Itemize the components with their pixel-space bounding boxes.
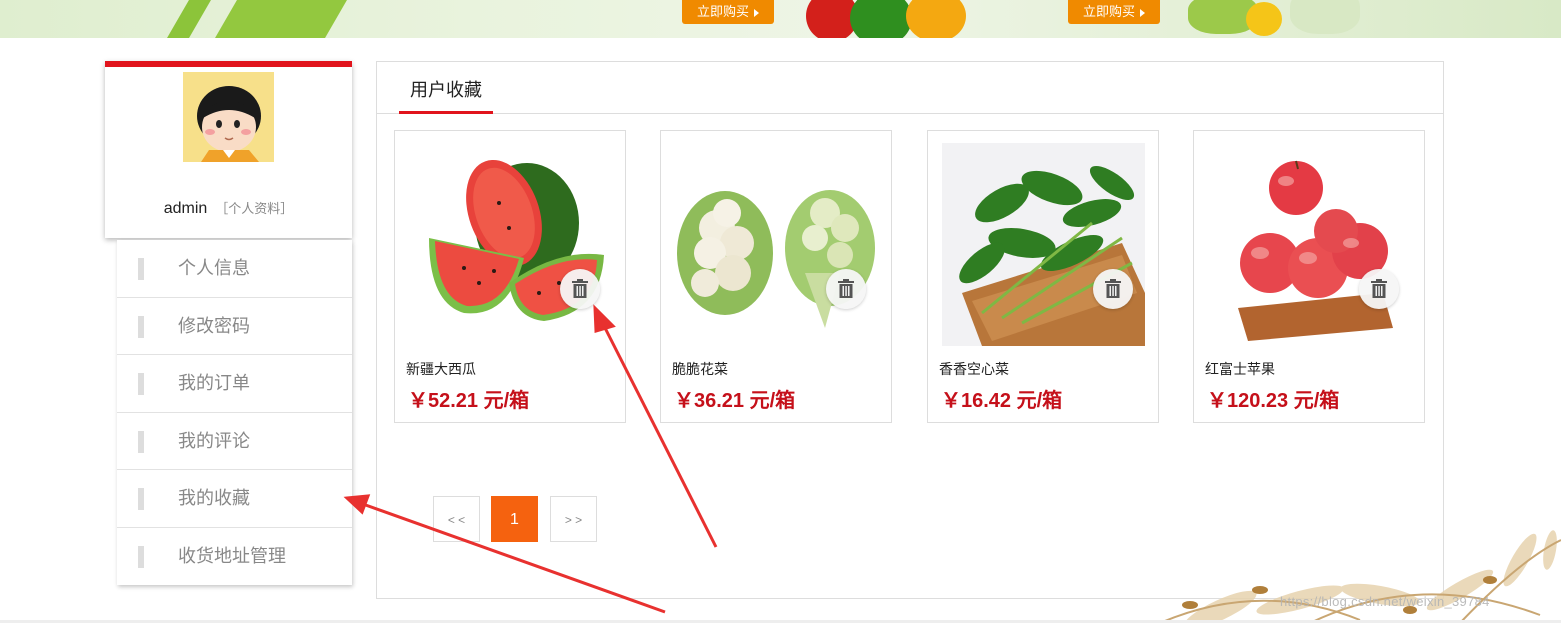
buy-now-button[interactable]: 立即购买 bbox=[682, 0, 774, 24]
product-name[interactable]: 香香空心菜 bbox=[939, 359, 1009, 379]
sidebar-menu: 个人信息 修改密码 我的订单 我的评论 我的收藏 收货地址管理 bbox=[117, 240, 352, 585]
watermark-text: https://blog.csdn.net/weixin_39784 bbox=[1280, 594, 1490, 609]
arrow-right-icon bbox=[754, 8, 759, 17]
sidebar-item-personal-info[interactable]: 个人信息 bbox=[117, 240, 352, 298]
favorite-card[interactable]: 新疆大西瓜 ￥52.21 元/箱 bbox=[394, 130, 626, 423]
trash-icon bbox=[1371, 279, 1387, 298]
pagination-page-button[interactable]: 1 bbox=[491, 496, 538, 542]
username-row: admin ［个人资料］ bbox=[105, 198, 352, 218]
sidebar-item-my-favorites[interactable]: 我的收藏 bbox=[117, 470, 352, 528]
delete-favorite-button[interactable] bbox=[1093, 269, 1133, 309]
product-price: ￥16.42 元/箱 bbox=[941, 390, 1063, 412]
menu-bullet bbox=[138, 315, 144, 338]
buy-now-label: 立即购买 bbox=[1082, 4, 1135, 19]
top-banner: 立即购买 立即购买 bbox=[0, 0, 1561, 38]
product-image[interactable] bbox=[1208, 143, 1411, 346]
delete-favorite-button[interactable] bbox=[826, 269, 866, 309]
product-name[interactable]: 红富士苹果 bbox=[1205, 359, 1275, 379]
sidebar-item-label: 我的评论 bbox=[178, 430, 250, 451]
sidebar-item-my-orders[interactable]: 我的订单 bbox=[117, 355, 352, 413]
menu-bullet bbox=[138, 430, 144, 453]
avatar[interactable] bbox=[183, 72, 274, 162]
green-pepper-image bbox=[850, 0, 912, 38]
favorite-card[interactable]: 香香空心菜 ￥16.42 元/箱 bbox=[927, 130, 1159, 423]
buy-now-button[interactable]: 立即购买 bbox=[1068, 0, 1160, 24]
sidebar-item-label: 修改密码 bbox=[178, 315, 250, 336]
panel-header: 用户收藏 bbox=[377, 62, 1443, 114]
sidebar-item-label: 我的收藏 bbox=[178, 488, 250, 508]
product-name[interactable]: 新疆大西瓜 bbox=[406, 359, 476, 379]
cabbage-image bbox=[1290, 0, 1360, 34]
trash-icon bbox=[1105, 279, 1121, 298]
sidebar-item-label: 收货地址管理 bbox=[178, 545, 286, 566]
product-image[interactable] bbox=[409, 143, 612, 346]
pagination-next-button[interactable]: > > bbox=[550, 496, 597, 542]
trash-icon bbox=[838, 279, 854, 298]
favorite-card[interactable]: 脆脆花菜 ￥36.21 元/箱 bbox=[660, 130, 892, 423]
sidebar-item-address-management[interactable]: 收货地址管理 bbox=[117, 528, 352, 586]
yellow-pepper-image bbox=[906, 0, 966, 38]
profile-link[interactable]: ［个人资料］ bbox=[215, 201, 293, 216]
product-image[interactable] bbox=[942, 143, 1145, 346]
banner-stripe bbox=[215, 0, 347, 38]
sidebar-item-label: 个人信息 bbox=[178, 258, 250, 278]
product-price: ￥52.21 元/箱 bbox=[408, 390, 530, 412]
sidebar-item-label: 我的订单 bbox=[178, 373, 250, 393]
banner-stripe bbox=[167, 0, 211, 38]
sidebar-item-my-reviews[interactable]: 我的评论 bbox=[117, 413, 352, 470]
buy-now-label: 立即购买 bbox=[696, 4, 749, 19]
favorites-panel: 用户收藏 新疆大西瓜 ￥52.21 元/箱 脆脆花菜 ￥36.21 元/箱 香香… bbox=[376, 61, 1444, 599]
menu-bullet bbox=[138, 373, 144, 395]
product-price: ￥120.23 元/箱 bbox=[1207, 390, 1340, 412]
flower-image bbox=[1246, 2, 1282, 36]
pagination-prev-button[interactable]: < < bbox=[433, 496, 480, 542]
menu-bullet bbox=[138, 258, 144, 280]
favorite-card[interactable]: 红富士苹果 ￥120.23 元/箱 bbox=[1193, 130, 1425, 423]
username: admin bbox=[163, 200, 208, 217]
menu-bullet bbox=[138, 488, 144, 510]
profile-card: admin ［个人资料］ bbox=[105, 61, 352, 238]
tab-user-favorites[interactable]: 用户收藏 bbox=[399, 76, 493, 114]
product-price: ￥36.21 元/箱 bbox=[674, 390, 796, 412]
arrow-right-icon bbox=[1140, 8, 1145, 17]
delete-favorite-button[interactable] bbox=[560, 269, 600, 309]
trash-icon bbox=[572, 279, 588, 298]
delete-favorite-button[interactable] bbox=[1359, 269, 1399, 309]
sidebar-item-change-password[interactable]: 修改密码 bbox=[117, 298, 352, 355]
menu-bullet bbox=[138, 545, 144, 568]
product-image[interactable] bbox=[675, 143, 878, 346]
product-name[interactable]: 脆脆花菜 bbox=[672, 359, 728, 379]
